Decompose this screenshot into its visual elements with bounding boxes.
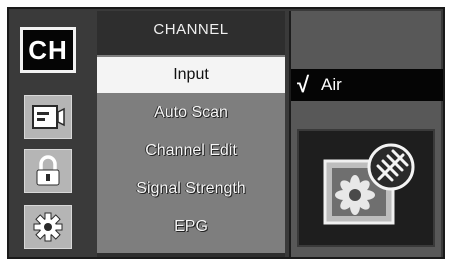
preview-area (297, 129, 435, 247)
menu-item-epg[interactable]: EPG (97, 209, 285, 245)
submenu-panel: √ Air (289, 11, 443, 257)
picture-category-button[interactable] (24, 95, 72, 139)
lock-category-button[interactable] (24, 149, 72, 193)
menu-item-signal-strength[interactable]: Signal Strength (97, 171, 285, 207)
setup-category-button[interactable] (24, 205, 72, 249)
input-option-air[interactable]: √ Air (291, 69, 443, 101)
menu-list: Input Auto Scan Channel Edit Signal Stre… (97, 55, 285, 253)
check-icon: √ (297, 72, 310, 97)
menu-item-input[interactable]: Input (97, 57, 285, 93)
menu-item-channel-edit[interactable]: Channel Edit (97, 133, 285, 169)
lock-icon (36, 155, 60, 186)
tv-menu-screen: CH CHANNEL Input Auto Scan Channel Edit … (7, 7, 445, 259)
category-sidebar: CH (14, 15, 88, 253)
gear-icon (33, 212, 63, 242)
input-option-label: Air (321, 75, 342, 94)
menu-item-auto-scan[interactable]: Auto Scan (97, 95, 285, 131)
picture-icon (32, 105, 65, 129)
channel-category-button[interactable]: CH (20, 27, 76, 73)
antenna-picture-icon (323, 143, 415, 225)
channel-menu-panel: CHANNEL Input Auto Scan Channel Edit Sig… (97, 11, 285, 257)
menu-title: CHANNEL (153, 21, 229, 38)
